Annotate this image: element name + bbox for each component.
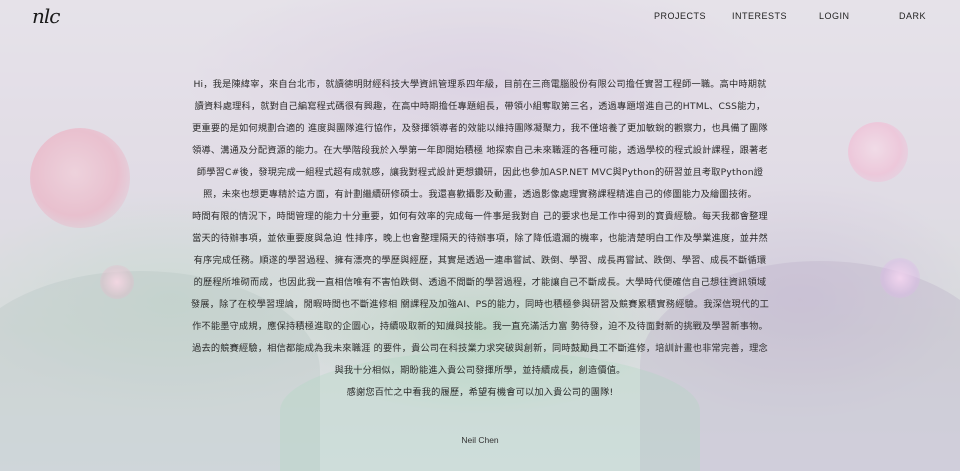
- dark-mode-toggle[interactable]: DARK: [899, 11, 926, 21]
- nav-projects-link[interactable]: PROJECTS: [654, 11, 706, 21]
- nav-interests-link[interactable]: INTERESTS: [732, 11, 787, 21]
- about-paragraph-thanks: 感謝您百忙之中看我的履歷，希望有機會可以加入貴公司的團隊!: [346, 387, 614, 398]
- signature: Neil Chen: [461, 435, 499, 445]
- about-paragraph-experience: 時間有限的情況下，時間管理的能力十分重要，如何有效率的完成每一件事是我對自 己的…: [190, 211, 770, 376]
- nav-login-link[interactable]: LOGIN: [819, 11, 850, 21]
- site-logo[interactable]: nlc: [32, 4, 61, 28]
- about-section: Hi，我是陳緯宰，來自台北市，就讀德明財經科技大學資訊管理系四年級，目前在三商電…: [190, 74, 770, 404]
- top-nav: PROJECTS INTERESTS LOGIN DARK: [620, 11, 940, 25]
- about-paragraph-intro: Hi，我是陳緯宰，來自台北市，就讀德明財經科技大學資訊管理系四年級，目前在三商電…: [192, 79, 768, 200]
